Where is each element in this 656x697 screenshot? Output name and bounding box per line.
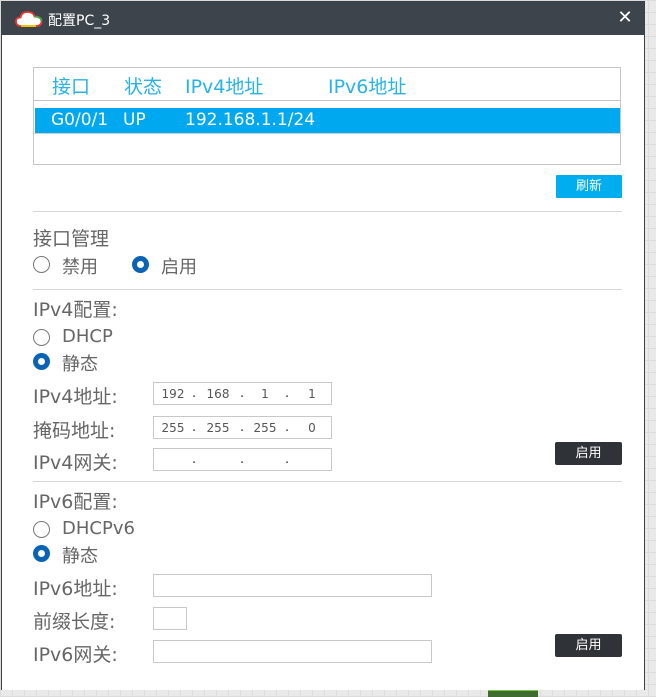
dot: . [192,386,197,401]
dot: . [285,386,290,401]
radio-ipv4-static[interactable] [33,353,50,370]
ipv4-config-title: IPv4配置: [33,299,118,321]
radio-dhcp[interactable] [33,329,50,346]
ipv4-address-octet-4: 1 [308,387,316,401]
table-row[interactable]: G0/0/1 UP 192.168.1.1/24 [35,108,620,133]
ipv4-address-field[interactable]: 192 . 168 . 1 . 1 [153,382,332,405]
radio-dhcp-label: DHCP [62,326,113,347]
mask-label: 掩码地址: [33,420,116,442]
iface-mgmt-title: 接口管理 [33,228,110,250]
prefix-length-field[interactable] [153,607,187,630]
dot: . [285,452,290,467]
dialog-content: 接口 状态 IPv4地址 IPv6地址 G0/0/1 UP 192.168.1.… [2,35,644,690]
config-dialog: 配置PC_3 ✕ 接口 状态 IPv4地址 IPv6地址 G0/0/1 UP 1… [1,1,645,690]
dot: . [285,420,290,435]
radio-disable-label: 禁用 [62,257,98,278]
table-header-ipv4: IPv4地址 [185,76,264,98]
dot: . [240,420,245,435]
ipv6-address-label: IPv6地址: [33,578,118,600]
radio-enable-label: 启用 [161,257,197,278]
table-header-status: 状态 [124,76,163,98]
ipv4-apply-button[interactable]: 启用 [555,442,622,465]
ipv4-address-octet-2: 168 [206,387,230,401]
dot: . [192,452,197,467]
interface-table: 接口 状态 IPv4地址 IPv6地址 G0/0/1 UP 192.168.1.… [33,67,621,165]
title-bar[interactable]: 配置PC_3 ✕ [2,2,644,35]
divider [33,289,622,290]
close-icon[interactable]: ✕ [616,8,634,28]
table-header-divider [34,100,620,101]
cell-status: UP [123,110,146,130]
cell-ipv4: 192.168.1.1/24 [185,110,316,130]
cell-interface: G0/0/1 [51,110,109,130]
mask-octet-2: 255 [206,421,230,435]
divider [33,211,622,212]
radio-ipv6-static[interactable] [33,545,50,562]
radio-ipv4-static-label: 静态 [62,354,98,375]
mask-octet-1: 255 [161,421,185,435]
radio-dhcpv6[interactable] [33,521,50,538]
mask-octet-3: 255 [253,421,277,435]
dot: . [192,420,197,435]
ipv4-address-label: IPv4地址: [33,386,118,408]
table-header-interface: 接口 [52,76,91,98]
divider [33,481,622,482]
ipv4-address-octet-1: 192 [161,387,185,401]
radio-enable[interactable] [132,256,149,273]
mask-field[interactable]: 255 . 255 . 255 . 0 [153,416,332,439]
ipv6-config-title: IPv6配置: [33,491,118,513]
mask-octet-4: 0 [308,421,316,435]
radio-ipv6-static-label: 静态 [62,546,98,567]
table-row-divider [34,133,620,134]
ipv4-address-octet-3: 1 [261,387,269,401]
table-header-ipv6: IPv6地址 [328,76,407,98]
radio-disable[interactable] [33,256,50,273]
ipv6-address-field[interactable] [153,574,432,597]
dot: . [240,452,245,467]
ipv6-gateway-field[interactable] [153,640,432,663]
background-device-fragment [488,689,538,697]
window-title: 配置PC_3 [48,13,111,29]
ipv4-gateway-field[interactable]: . . . [153,448,332,471]
dot: . [240,386,245,401]
ipv6-gateway-label: IPv6网关: [33,644,118,666]
refresh-button[interactable]: 刷新 [556,175,622,198]
ipv4-gateway-label: IPv4网关: [33,452,118,474]
ipv6-apply-button[interactable]: 启用 [555,634,622,657]
prefix-length-label: 前缀长度: [33,611,116,633]
radio-dhcpv6-label: DHCPv6 [62,518,135,539]
cloud-icon [15,11,43,27]
